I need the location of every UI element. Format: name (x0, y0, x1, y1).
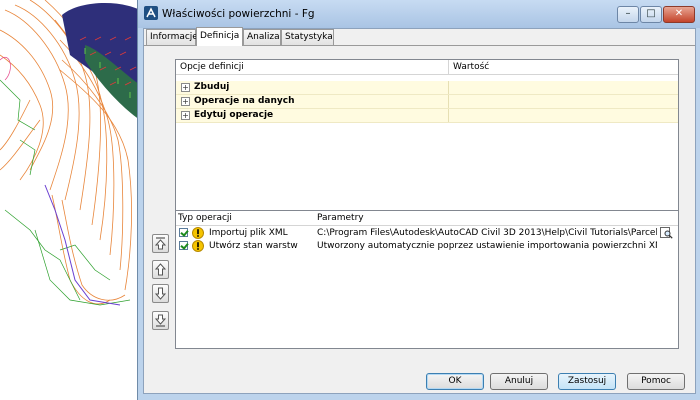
operation-enabled-checkbox[interactable] (179, 228, 188, 237)
tab-informacje[interactable]: Informacje (146, 29, 198, 45)
operations-list[interactable]: Typ operacji Parametry Importuj plik XML… (175, 210, 679, 349)
cancel-button[interactable]: Anuluj (490, 373, 548, 390)
expand-icon[interactable]: + (181, 111, 190, 120)
operation-name: Importuj plik XML (209, 228, 288, 238)
arrow-down-icon (155, 287, 166, 300)
dialog-client-area: Informacje Definicja Analiza Statystyka … (143, 27, 696, 394)
autocad-civil-app-icon (144, 6, 158, 20)
row-divider (448, 109, 449, 122)
row-divider (448, 95, 449, 108)
window-title: Właściwości powierzchni - Fg (162, 8, 315, 20)
move-to-top-icon (155, 237, 166, 250)
minimize-icon: – (625, 8, 631, 19)
cad-drawing-background (0, 0, 140, 306)
surface-properties-dialog: Właściwości powierzchni - Fg – □ ✕ Infor… (137, 0, 700, 400)
grid-row-zbuduj[interactable]: + Zbuduj (176, 81, 678, 95)
maximize-icon: □ (646, 8, 656, 19)
grid-row-operacje-na-danych[interactable]: + Operacje na danych (176, 95, 678, 109)
move-down-button[interactable] (152, 284, 169, 303)
maximize-button[interactable]: □ (640, 6, 662, 23)
grid-row-label: Zbuduj (194, 82, 230, 92)
operation-row-create-layer-state[interactable]: Utwórz stan warstw Utworzony automatyczn… (176, 240, 678, 253)
operation-enabled-checkbox[interactable] (179, 241, 188, 250)
definition-options-grid[interactable]: Opcje definicji Wartość + Zbuduj + Opera… (175, 59, 679, 223)
column-header-params[interactable]: Parametry (317, 213, 364, 223)
operation-params: Utworzony automatycznie poprzez ustawien… (317, 241, 657, 251)
close-button[interactable]: ✕ (663, 6, 695, 23)
help-button[interactable]: Pomoc (627, 373, 685, 390)
expand-icon[interactable]: + (181, 97, 190, 106)
operations-header: Typ operacji Parametry (176, 211, 678, 226)
expand-icon[interactable]: + (181, 83, 190, 92)
column-divider[interactable] (448, 60, 449, 74)
apply-button[interactable]: Zastosuj (558, 373, 616, 390)
warning-icon (192, 227, 204, 239)
move-up-button[interactable] (152, 260, 169, 279)
move-to-bottom-button[interactable] (152, 311, 169, 330)
move-to-top-button[interactable] (152, 234, 169, 253)
grid-row-label: Operacje na danych (194, 96, 295, 106)
minimize-button[interactable]: – (617, 6, 639, 23)
operation-params: C:\Program Files\Autodesk\AutoCAD Civil … (317, 228, 657, 238)
column-header-options[interactable]: Opcje definicji (180, 62, 244, 72)
close-icon: ✕ (674, 8, 684, 19)
tab-analiza[interactable]: Analiza (243, 29, 281, 45)
column-header-value[interactable]: Wartość (453, 62, 489, 72)
operation-name: Utwórz stan warstw (209, 241, 298, 251)
move-to-bottom-icon (155, 314, 166, 327)
warning-icon (192, 240, 204, 252)
tab-statystyka[interactable]: Statystyka (281, 29, 334, 45)
definition-tab-panel: Opcje definicji Wartość + Zbuduj + Opera… (144, 45, 695, 393)
grid-header: Opcje definicji Wartość (176, 60, 678, 75)
browse-icon[interactable] (660, 227, 673, 239)
grid-row-edytuj-operacje[interactable]: + Edytuj operacje (176, 109, 678, 123)
operation-row-import-xml[interactable]: Importuj plik XML C:\Program Files\Autod… (176, 227, 678, 240)
column-header-type[interactable]: Typ operacji (178, 213, 232, 223)
arrow-up-icon (155, 263, 166, 276)
grid-row-label: Edytuj operacje (194, 110, 274, 120)
row-divider (448, 81, 449, 94)
tab-definicja[interactable]: Definicja (196, 27, 243, 46)
ok-button[interactable]: OK (426, 373, 484, 390)
title-bar[interactable]: Właściwości powierzchni - Fg – □ ✕ (138, 0, 700, 28)
